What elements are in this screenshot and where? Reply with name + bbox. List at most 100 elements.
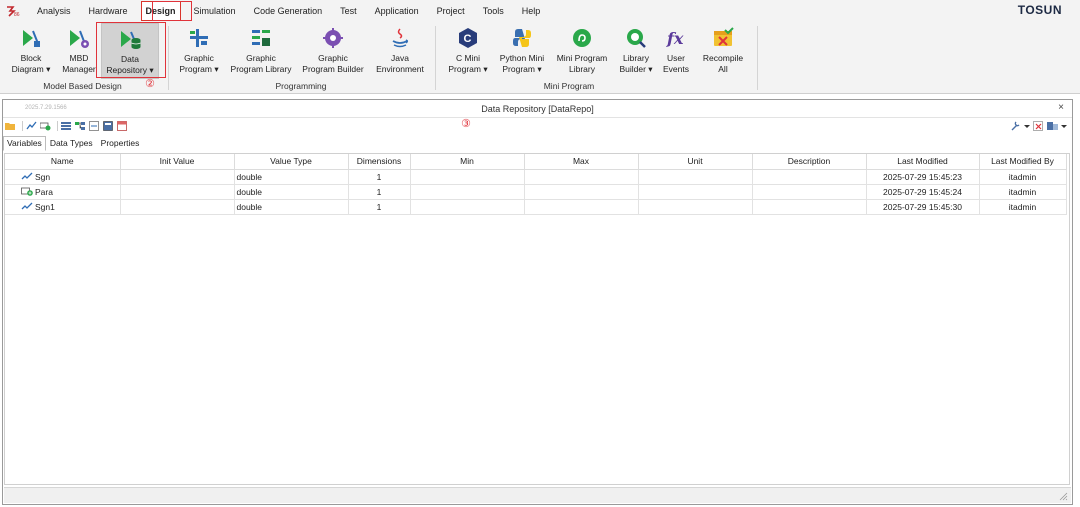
menu-code-generation[interactable]: Code Generation bbox=[245, 0, 332, 22]
chevron-down-icon[interactable] bbox=[1024, 121, 1030, 131]
cell-last-modified[interactable]: 2025-07-29 15:45:24 bbox=[866, 184, 980, 200]
cell-max[interactable] bbox=[524, 169, 639, 185]
cell-value-type[interactable]: double bbox=[234, 199, 349, 215]
svg-text:86: 86 bbox=[14, 12, 20, 17]
import-icon[interactable] bbox=[89, 121, 100, 131]
close-icon[interactable]: × bbox=[1058, 102, 1064, 113]
library-builder-label-2: Builder ▾ bbox=[619, 64, 653, 74]
column-header[interactable]: Last Modified By bbox=[979, 154, 1067, 170]
java-environment-button[interactable]: Java Environment bbox=[374, 26, 426, 75]
mini-program-library-button[interactable]: Mini Program Library bbox=[554, 26, 610, 75]
status-bar bbox=[4, 487, 1071, 503]
column-header[interactable]: Unit bbox=[638, 154, 753, 170]
menu-help[interactable]: Help bbox=[513, 0, 550, 22]
menu-project[interactable]: Project bbox=[428, 0, 474, 22]
cell-last-modified[interactable]: 2025-07-29 15:45:23 bbox=[866, 169, 980, 185]
cell-description[interactable] bbox=[752, 169, 867, 185]
variables-table: Name Init Value Value Type Dimensions Mi… bbox=[5, 154, 1067, 215]
cell-dimensions[interactable]: 1 bbox=[348, 199, 411, 215]
menu-simulation[interactable]: Simulation bbox=[185, 0, 245, 22]
cell-min[interactable] bbox=[410, 199, 525, 215]
cell-name[interactable]: Sgn bbox=[5, 169, 121, 185]
cell-unit[interactable] bbox=[638, 169, 753, 185]
cell-name[interactable]: Para bbox=[5, 184, 121, 200]
tab-properties[interactable]: Properties bbox=[97, 136, 144, 151]
cell-max[interactable] bbox=[524, 199, 639, 215]
library-builder-button[interactable]: Library Builder ▾ bbox=[616, 26, 656, 75]
tab-variables[interactable]: Variables bbox=[3, 136, 46, 151]
block-diagram-button[interactable]: Block Diagram ▾ bbox=[10, 26, 52, 75]
cell-value-type[interactable]: double bbox=[234, 184, 349, 200]
cell-init-value[interactable] bbox=[120, 199, 235, 215]
cell-description[interactable] bbox=[752, 184, 867, 200]
cell-dimensions[interactable]: 1 bbox=[348, 169, 411, 185]
cell-init-value[interactable] bbox=[120, 184, 235, 200]
graphic-program-button[interactable]: Graphic Program ▾ bbox=[176, 26, 222, 75]
cell-value-type[interactable]: double bbox=[234, 169, 349, 185]
panel-tabs: Variables Data Types Properties bbox=[3, 136, 143, 151]
block-diagram-icon bbox=[19, 26, 43, 50]
annotation-2: ② bbox=[145, 77, 155, 90]
column-header[interactable]: Max bbox=[524, 154, 639, 170]
menu-tools[interactable]: Tools bbox=[474, 0, 513, 22]
delete-icon[interactable] bbox=[1033, 121, 1044, 131]
c-mini-program-button[interactable]: C C Mini Program ▾ bbox=[446, 26, 490, 75]
cell-last-modified-by[interactable]: itadmin bbox=[979, 184, 1067, 200]
cell-last-modified-by[interactable]: itadmin bbox=[979, 169, 1067, 185]
table-row[interactable]: Sgn1 double 1 2025-07-29 15:45:30 itadmi… bbox=[5, 199, 1067, 215]
menu-application[interactable]: Application bbox=[366, 0, 428, 22]
cell-name[interactable]: Sgn1 bbox=[5, 199, 121, 215]
menu-hardware[interactable]: Hardware bbox=[80, 0, 137, 22]
calendar-icon[interactable] bbox=[117, 121, 128, 131]
column-header[interactable]: Init Value bbox=[120, 154, 235, 170]
user-events-button[interactable]: fx User Events bbox=[660, 26, 692, 75]
cell-unit[interactable] bbox=[638, 199, 753, 215]
column-header[interactable]: Description bbox=[752, 154, 867, 170]
column-header[interactable]: Last Modified bbox=[866, 154, 980, 170]
add-signal-icon[interactable] bbox=[26, 121, 37, 131]
cell-init-value[interactable] bbox=[120, 169, 235, 185]
cell-min[interactable] bbox=[410, 169, 525, 185]
signal-icon bbox=[21, 202, 33, 211]
resize-grip-icon[interactable] bbox=[1058, 491, 1068, 501]
app-logo-icon[interactable]: 86 bbox=[6, 5, 20, 18]
group-label-model-based-design: Model Based Design bbox=[43, 81, 122, 91]
wrench-icon[interactable] bbox=[1010, 121, 1021, 131]
cell-last-modified[interactable]: 2025-07-29 15:45:30 bbox=[866, 199, 980, 215]
tab-data-types[interactable]: Data Types bbox=[46, 136, 97, 151]
graphic-program-library-label-1: Graphic bbox=[246, 53, 276, 63]
column-header[interactable]: Name bbox=[5, 154, 121, 170]
parameter-icon bbox=[21, 187, 33, 196]
cell-dimensions[interactable]: 1 bbox=[348, 184, 411, 200]
python-mini-program-button[interactable]: Python Mini Program ▾ bbox=[496, 26, 548, 75]
tree-view-icon[interactable] bbox=[75, 121, 86, 131]
cell-last-modified-by[interactable]: itadmin bbox=[979, 199, 1067, 215]
menu-test[interactable]: Test bbox=[331, 0, 366, 22]
chevron-down-icon[interactable] bbox=[1061, 121, 1067, 131]
open-folder-icon[interactable] bbox=[5, 121, 16, 131]
group-label-mini-program: Mini Program bbox=[543, 81, 595, 91]
block-diagram-label-2: Diagram ▾ bbox=[11, 64, 51, 74]
list-view-icon[interactable] bbox=[61, 121, 72, 131]
user-events-label-2: Events bbox=[663, 64, 689, 74]
export-icon[interactable] bbox=[103, 121, 114, 131]
cell-description[interactable] bbox=[752, 199, 867, 215]
column-header[interactable]: Dimensions bbox=[348, 154, 411, 170]
recompile-all-button[interactable]: Recompile All bbox=[700, 26, 746, 75]
cell-unit[interactable] bbox=[638, 184, 753, 200]
mbd-manager-button[interactable]: MBD Manager bbox=[58, 26, 100, 75]
graphic-program-label-2: Program ▾ bbox=[179, 64, 219, 74]
menu-analysis[interactable]: Analysis bbox=[28, 0, 80, 22]
fx-icon: fx bbox=[664, 26, 688, 50]
column-header[interactable]: Min bbox=[410, 154, 525, 170]
table-row[interactable]: Sgn double 1 2025-07-29 15:45:23 itadmin bbox=[5, 169, 1067, 185]
column-header[interactable]: Value Type bbox=[234, 154, 349, 170]
layout-icon[interactable] bbox=[1047, 121, 1058, 131]
graphic-program-library-button[interactable]: Graphic Program Library bbox=[228, 26, 294, 75]
table-row[interactable]: Para double 1 2025-07-29 15:45:24 itadmi… bbox=[5, 184, 1067, 200]
cell-max[interactable] bbox=[524, 184, 639, 200]
cell-min[interactable] bbox=[410, 184, 525, 200]
graphic-program-builder-button[interactable]: Graphic Program Builder bbox=[300, 26, 366, 75]
c-icon: C bbox=[456, 26, 480, 50]
add-parameter-icon[interactable] bbox=[39, 121, 51, 131]
